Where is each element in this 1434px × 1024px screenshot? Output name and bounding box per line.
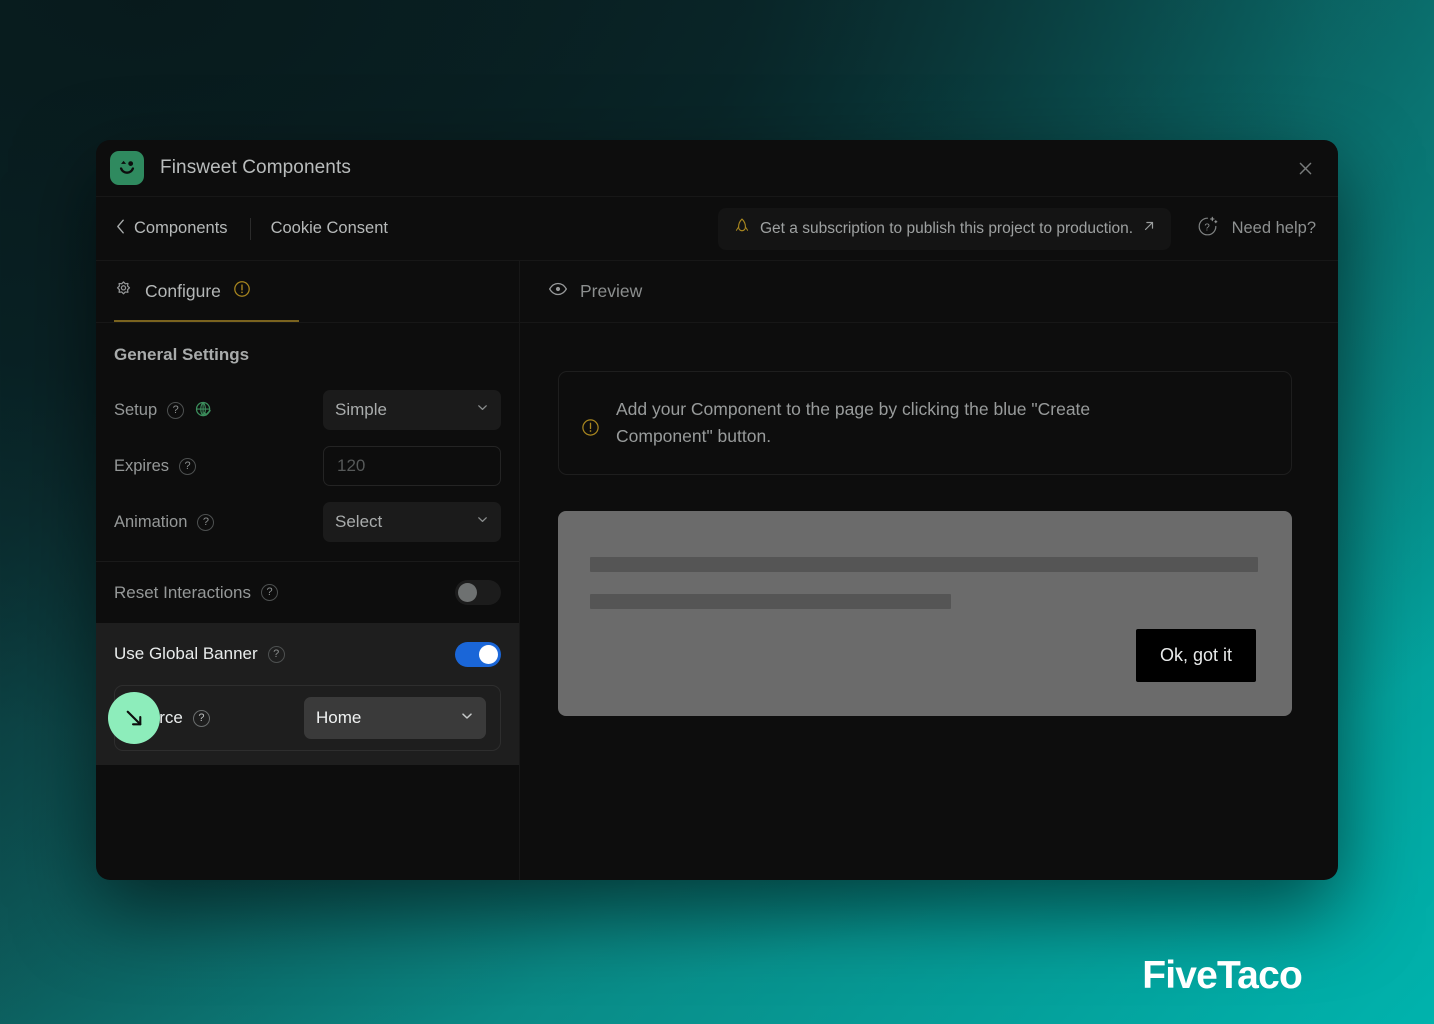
expires-input-placeholder: 120 <box>337 456 366 475</box>
help-circle-icon[interactable]: ? <box>192 709 210 727</box>
preview-tabrow: Preview <box>520 261 1338 323</box>
source-select-value: Home <box>316 708 362 727</box>
subscription-banner[interactable]: Get a subscription to publish this proje… <box>718 207 1172 250</box>
svg-text:?: ? <box>1204 222 1210 233</box>
source-select[interactable]: Home <box>304 697 486 739</box>
question-sparkle-icon: ? <box>1196 215 1219 243</box>
chevron-down-icon <box>460 709 474 728</box>
animation-select[interactable]: Select <box>323 502 501 542</box>
breadcrumb-bar: Components Cookie Consent Get a subscrip… <box>96 196 1338 261</box>
chevron-down-icon <box>476 513 489 531</box>
setup-select[interactable]: Simple <box>323 390 501 430</box>
eye-icon <box>548 279 568 304</box>
preview-notice: Add your Component to the page by clicki… <box>558 371 1292 476</box>
arrow-up-right-icon <box>1142 219 1156 238</box>
general-settings-title: General Settings <box>114 345 250 364</box>
animation-select-value: Select <box>335 512 383 531</box>
chevron-down-icon <box>476 401 489 419</box>
reset-interactions-toggle[interactable] <box>455 580 501 605</box>
use-global-banner-label: Use Global Banner <box>114 644 258 663</box>
source-field-card: Source ? Home <box>114 685 501 751</box>
preview-body: Add your Component to the page by clicki… <box>520 323 1338 717</box>
globe-check-icon <box>194 400 214 420</box>
finsweet-components-window: Finsweet Components Components Cookie Co… <box>96 140 1338 880</box>
breadcrumb-current-label[interactable]: Cookie Consent <box>271 219 388 238</box>
animation-label: Animation <box>114 512 188 531</box>
breadcrumb-divider <box>249 217 251 240</box>
global-banner-block: Use Global Banner ? Source ? Home <box>96 623 519 765</box>
preview-pane: Preview Add your Component to the page b… <box>520 261 1338 880</box>
general-settings: General Settings Setup ? Simple Expires … <box>96 323 519 880</box>
smiley-face-icon <box>110 151 144 185</box>
cookie-banner-preview: Ok, got it <box>558 511 1292 717</box>
gear-icon <box>114 280 133 304</box>
tab-configure-label: Configure <box>145 281 221 301</box>
warning-circle-icon <box>233 280 251 303</box>
setting-row-setup: Setup ? Simple <box>96 385 519 435</box>
setup-select-value: Simple <box>335 400 387 419</box>
window-titlebar: Finsweet Components <box>96 140 1338 196</box>
close-icon[interactable] <box>1292 155 1318 181</box>
rocket-icon <box>733 217 751 240</box>
ok-got-it-button[interactable]: Ok, got it <box>1135 629 1256 683</box>
help-circle-icon[interactable]: ? <box>261 584 279 601</box>
setting-row-expires: Expires ? 120 <box>96 441 519 491</box>
breadcrumb-back-components[interactable]: Components <box>110 215 232 243</box>
subscription-banner-text: Get a subscription to publish this proje… <box>760 219 1134 237</box>
tab-configure[interactable]: Configure <box>114 261 299 322</box>
use-global-banner-toggle[interactable] <box>455 641 501 667</box>
skeleton-line-2 <box>590 594 951 610</box>
need-help-button[interactable]: ? Need help? <box>1196 215 1316 243</box>
help-circle-icon[interactable]: ? <box>197 513 215 531</box>
help-circle-icon[interactable]: ? <box>267 645 285 663</box>
setting-row-reset-interactions: Reset Interactions ? <box>96 561 519 623</box>
tab-preview-label: Preview <box>580 281 643 301</box>
expires-label: Expires <box>114 456 170 475</box>
chevron-left-icon <box>116 219 125 239</box>
configure-pane: Configure General Settings Setup ? Simpl… <box>96 261 520 880</box>
configure-tabrow: Configure <box>96 261 519 323</box>
window-body: Configure General Settings Setup ? Simpl… <box>96 261 1338 880</box>
help-circle-icon[interactable]: ? <box>167 401 185 419</box>
toggle-knob <box>458 583 477 602</box>
setting-row-animation: Animation ? Select <box>96 497 519 547</box>
reset-interactions-label: Reset Interactions <box>114 582 252 602</box>
help-circle-icon[interactable]: ? <box>179 457 197 475</box>
breadcrumb-back-label: Components <box>134 219 228 237</box>
preview-notice-text: Add your Component to the page by clicki… <box>616 399 1091 447</box>
toggle-knob <box>479 644 498 664</box>
window-title: Finsweet Components <box>160 157 351 178</box>
setup-label: Setup <box>114 400 158 419</box>
setting-row-use-global-banner: Use Global Banner ? <box>96 623 519 685</box>
fivetaco-watermark: FiveTaco <box>1142 954 1303 997</box>
tab-preview[interactable]: Preview <box>548 261 642 322</box>
expires-input[interactable]: 120 <box>323 446 501 486</box>
skeleton-line-1 <box>590 557 1258 573</box>
need-help-label: Need help? <box>1231 219 1316 237</box>
warning-circle-icon <box>581 418 600 442</box>
source-label: Source <box>129 708 183 727</box>
